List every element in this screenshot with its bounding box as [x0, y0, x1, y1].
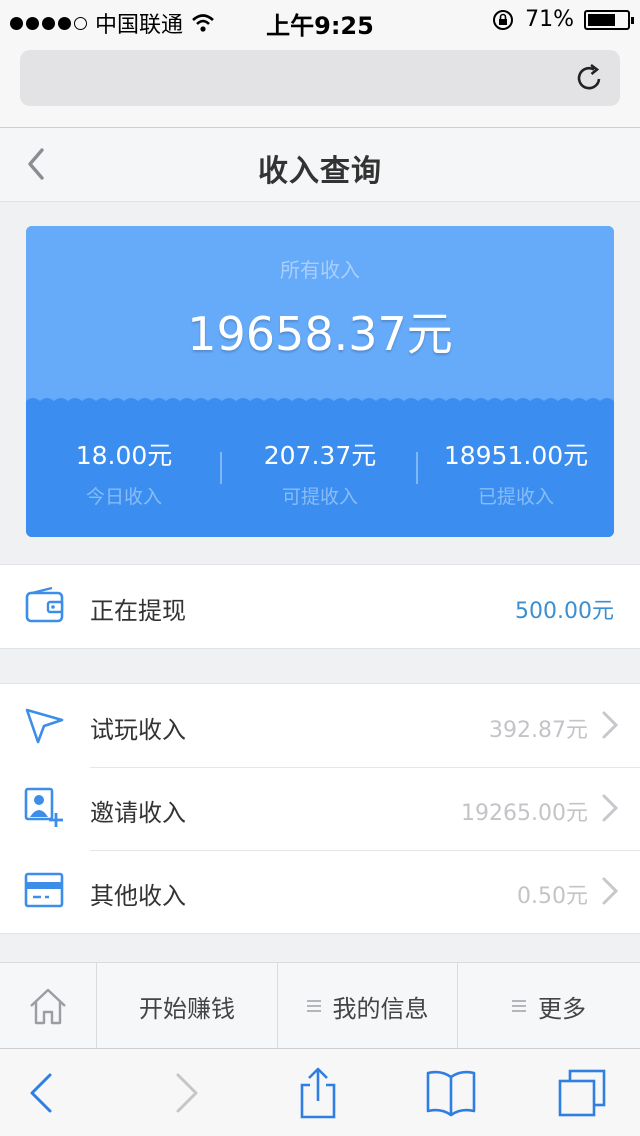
browser-address-area: [0, 40, 640, 128]
total-income-label: 所有收入: [280, 258, 360, 282]
stat-withdrawn: 18951.00元 已提收入: [418, 436, 614, 509]
list-item-value: 0.50元: [517, 884, 588, 909]
list-item-label: 邀请收入: [90, 799, 186, 827]
bookmarks-icon[interactable]: [425, 1067, 477, 1119]
stat-label: 今日收入: [85, 486, 162, 508]
my-info-button[interactable]: 我的信息: [278, 963, 458, 1049]
home-button[interactable]: [0, 963, 97, 1049]
list-item-invite-income[interactable]: 邀请收入 19265.00元: [0, 767, 640, 850]
more-label: 更多: [538, 994, 586, 1023]
income-summary-card: 所有收入 19658.37元 18.00元 今日收入 207.37元 可提收入 …: [26, 226, 614, 537]
stat-value: 18951.00元: [443, 441, 589, 470]
address-bar[interactable]: [20, 50, 620, 106]
status-bar: 中国联通 上午9:25 71%: [0, 0, 640, 40]
start-earning-button[interactable]: 开始赚钱: [97, 963, 278, 1049]
menu-lines-icon: [306, 997, 321, 1015]
stat-label: 可提收入: [281, 486, 358, 508]
list-item-value: 392.87元: [489, 718, 588, 743]
rotation-lock-icon: [493, 9, 514, 30]
card-icon: [24, 872, 64, 908]
chevron-right-icon: [602, 877, 619, 905]
home-icon: [30, 988, 66, 1025]
stat-withdrawable: 207.37元 可提收入: [222, 436, 418, 509]
chevron-right-icon: [602, 711, 619, 739]
wave-divider: [26, 398, 614, 408]
wallet-icon: [25, 586, 64, 623]
status-right: 71%: [491, 7, 634, 32]
browser-back-icon[interactable]: [18, 1067, 70, 1119]
add-user-icon: [24, 787, 63, 827]
browser-forward-icon[interactable]: [158, 1067, 210, 1119]
start-earning-label: 开始赚钱: [139, 994, 235, 1023]
more-button[interactable]: 更多: [458, 963, 640, 1049]
withdrawing-label: 正在提现: [90, 597, 186, 625]
page-header: 收入查询: [0, 128, 640, 202]
total-income-value: 19658.37元: [187, 307, 453, 361]
withdrawing-row[interactable]: 正在提现 500.00元: [0, 565, 640, 648]
battery-icon: [584, 9, 634, 30]
stat-value: 18.00元: [75, 441, 173, 470]
withdrawing-value: 500.00元: [515, 599, 614, 624]
list-item-value: 19265.00元: [461, 801, 588, 826]
bottom-menu: 开始赚钱 我的信息 更多: [0, 962, 640, 1049]
my-info-label: 我的信息: [332, 994, 429, 1023]
list-item-trial-income[interactable]: 试玩收入 392.87元: [0, 684, 640, 767]
stat-label: 已提收入: [477, 486, 554, 508]
stat-value: 207.37元: [263, 441, 377, 470]
withdrawing-section: 正在提现 500.00元: [0, 564, 640, 649]
paper-plane-icon: [25, 708, 64, 744]
chevron-right-icon: [602, 794, 619, 822]
list-item-label: 其他收入: [90, 882, 186, 910]
reload-icon[interactable]: [574, 62, 606, 94]
list-item-label: 试玩收入: [90, 716, 186, 744]
menu-lines-icon: [512, 997, 526, 1015]
tabs-icon[interactable]: [556, 1067, 608, 1119]
income-list: 试玩收入 392.87元 邀请收入 19265.00元 其他收入 0.50元: [0, 683, 640, 934]
stat-today: 18.00元 今日收入: [26, 436, 222, 509]
browser-toolbar: [0, 1048, 640, 1136]
share-icon[interactable]: [292, 1067, 344, 1119]
battery-fill: [588, 13, 615, 26]
page-title: 收入查询: [258, 154, 382, 189]
battery-percent: 71%: [525, 7, 574, 32]
list-item-other-income[interactable]: 其他收入 0.50元: [0, 850, 640, 933]
